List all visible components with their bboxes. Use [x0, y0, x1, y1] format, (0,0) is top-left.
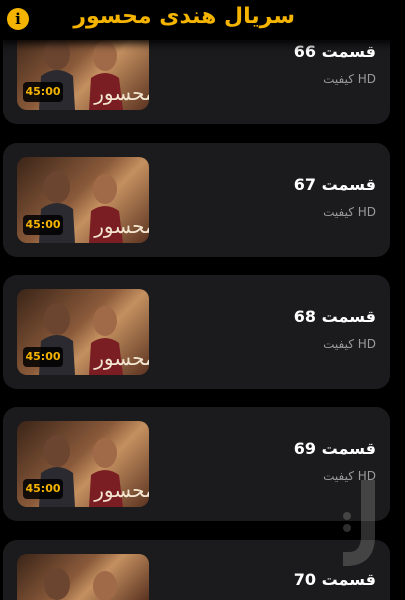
info-icon[interactable]: i: [7, 8, 29, 30]
episode-title: قسمت 68: [293, 307, 376, 326]
episode-card[interactable]: محسور 45:00 قسمت 68 HD کیفیت: [3, 275, 390, 389]
duration-badge: 45:00: [23, 82, 63, 102]
episode-title: قسمت 70: [293, 570, 376, 589]
quality-label: HD کیفیت: [323, 72, 376, 86]
episode-thumbnail: محسور 45:00: [17, 289, 149, 375]
episode-card[interactable]: محسور 45:00 قسمت 67 HD کیفیت: [3, 143, 390, 257]
episode-title: قسمت 66: [293, 42, 376, 61]
episode-title: قسمت 69: [293, 439, 376, 458]
quality-label: HD کیفیت: [323, 337, 376, 351]
page-title: سریال هندی محسور: [73, 4, 295, 29]
episode-thumbnail: [17, 554, 149, 600]
episode-card[interactable]: محسور 45:00 قسمت 69 HD کیفیت: [3, 407, 390, 521]
thumbnail-caption: محسور: [93, 81, 149, 105]
quality-label: HD کیفیت: [323, 205, 376, 219]
thumbnail-caption: محسور: [93, 214, 149, 238]
thumbnail-caption: محسور: [93, 478, 149, 502]
app-screen: محسور 45:00 قسمت 66 HD کیفیت محسور 45:00…: [0, 0, 405, 600]
bazaar-watermark-icon: [343, 480, 375, 566]
duration-badge: 45:00: [23, 215, 63, 235]
episode-thumbnail: محسور 45:00: [17, 157, 149, 243]
episode-card[interactable]: قسمت 70: [3, 540, 390, 600]
thumbnail-caption: محسور: [93, 346, 149, 370]
duration-badge: 45:00: [23, 347, 63, 367]
episode-title: قسمت 67: [293, 175, 376, 194]
app-header: i سریال هندی محسور: [0, 0, 405, 40]
duration-badge: 45:00: [23, 479, 63, 499]
episode-thumbnail: محسور 45:00: [17, 421, 149, 507]
